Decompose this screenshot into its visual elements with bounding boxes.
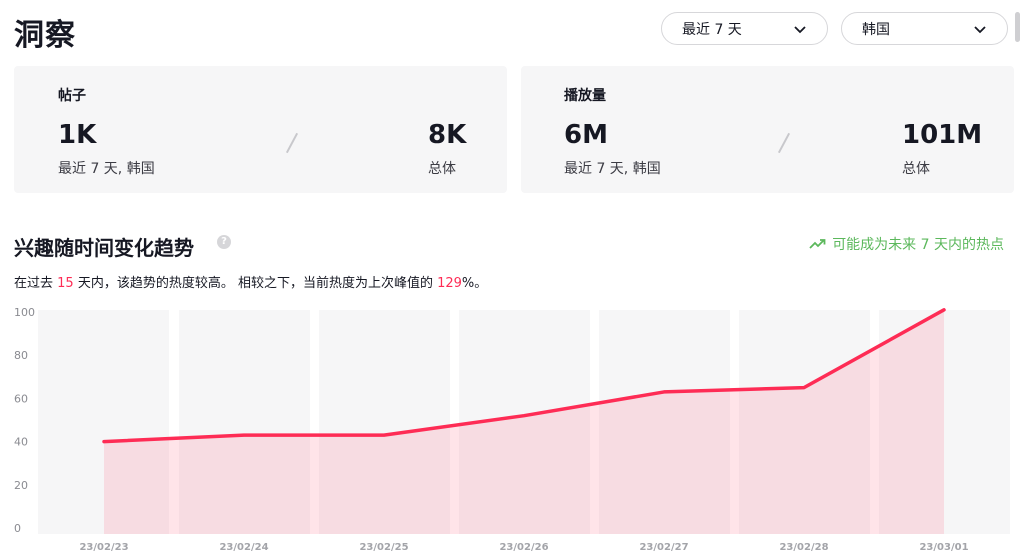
y-tick-label: 80 — [14, 349, 28, 362]
x-tick-label: 23/02/24 — [219, 542, 268, 553]
hot-hint-text: 可能成为未来 7 天内的热点 — [832, 237, 1004, 253]
x-tick-label: 23/02/25 — [359, 542, 408, 553]
posts-total-caption: 总体 — [428, 161, 456, 177]
x-tick-label: 23/02/26 — [499, 542, 548, 553]
scrollbar-thumb[interactable] — [1015, 12, 1020, 42]
views-recent-value: 6M — [564, 120, 608, 150]
posts-recent-caption: 最近 7 天, 韩国 — [58, 161, 155, 177]
region-select[interactable]: 韩国 — [841, 12, 1008, 45]
help-icon[interactable]: ? — [217, 235, 231, 249]
y-tick-label: 0 — [14, 522, 21, 535]
region-select-value: 韩国 — [862, 21, 890, 38]
hot-hint: 可能成为未来 7 天内的热点 — [809, 234, 1004, 254]
posts-total-value: 8K — [428, 120, 467, 150]
period-select[interactable]: 最近 7 天 — [661, 12, 828, 45]
period-select-value: 最近 7 天 — [682, 21, 742, 38]
x-tick-label: 23/02/23 — [79, 542, 128, 553]
chevron-down-icon — [794, 26, 806, 34]
divider-slash — [285, 132, 299, 154]
x-tick-label: 23/02/28 — [779, 542, 828, 553]
divider-slash — [777, 132, 791, 154]
y-tick-label: 100 — [14, 306, 35, 319]
y-tick-label: 60 — [14, 392, 28, 405]
views-label: 播放量 — [564, 88, 606, 104]
summary-percent: 129 — [437, 276, 462, 291]
page-title: 洞察 — [14, 18, 76, 53]
summary-days: 15 — [57, 276, 74, 291]
views-recent-caption: 最近 7 天, 韩国 — [564, 161, 661, 177]
y-tick-label: 40 — [14, 436, 28, 449]
x-tick-label: 23/02/27 — [639, 542, 688, 553]
views-total-caption: 总体 — [902, 161, 930, 177]
x-tick-label: 23/03/01 — [919, 542, 968, 553]
trending-up-icon — [809, 239, 826, 249]
chevron-down-icon — [974, 26, 986, 34]
posts-card: 帖子 1K 最近 7 天, 韩国 8K 总体 — [14, 66, 507, 193]
views-card: 播放量 6M 最近 7 天, 韩国 101M 总体 — [521, 66, 1014, 193]
y-tick-label: 20 — [14, 479, 28, 492]
trend-summary: 在过去 15 天内，该趋势的热度较高。 相较之下，当前热度为上次峰值的 129%… — [14, 276, 488, 291]
posts-label: 帖子 — [58, 88, 86, 104]
trend-chart: 0 20 40 60 80 100 23/02/23 23/02/24 23/02/25 23/0… — [14, 306, 1010, 553]
trend-title: 兴趣随时间变化趋势 — [14, 236, 194, 260]
posts-recent-value: 1K — [58, 120, 97, 150]
views-total-value: 101M — [902, 120, 983, 150]
